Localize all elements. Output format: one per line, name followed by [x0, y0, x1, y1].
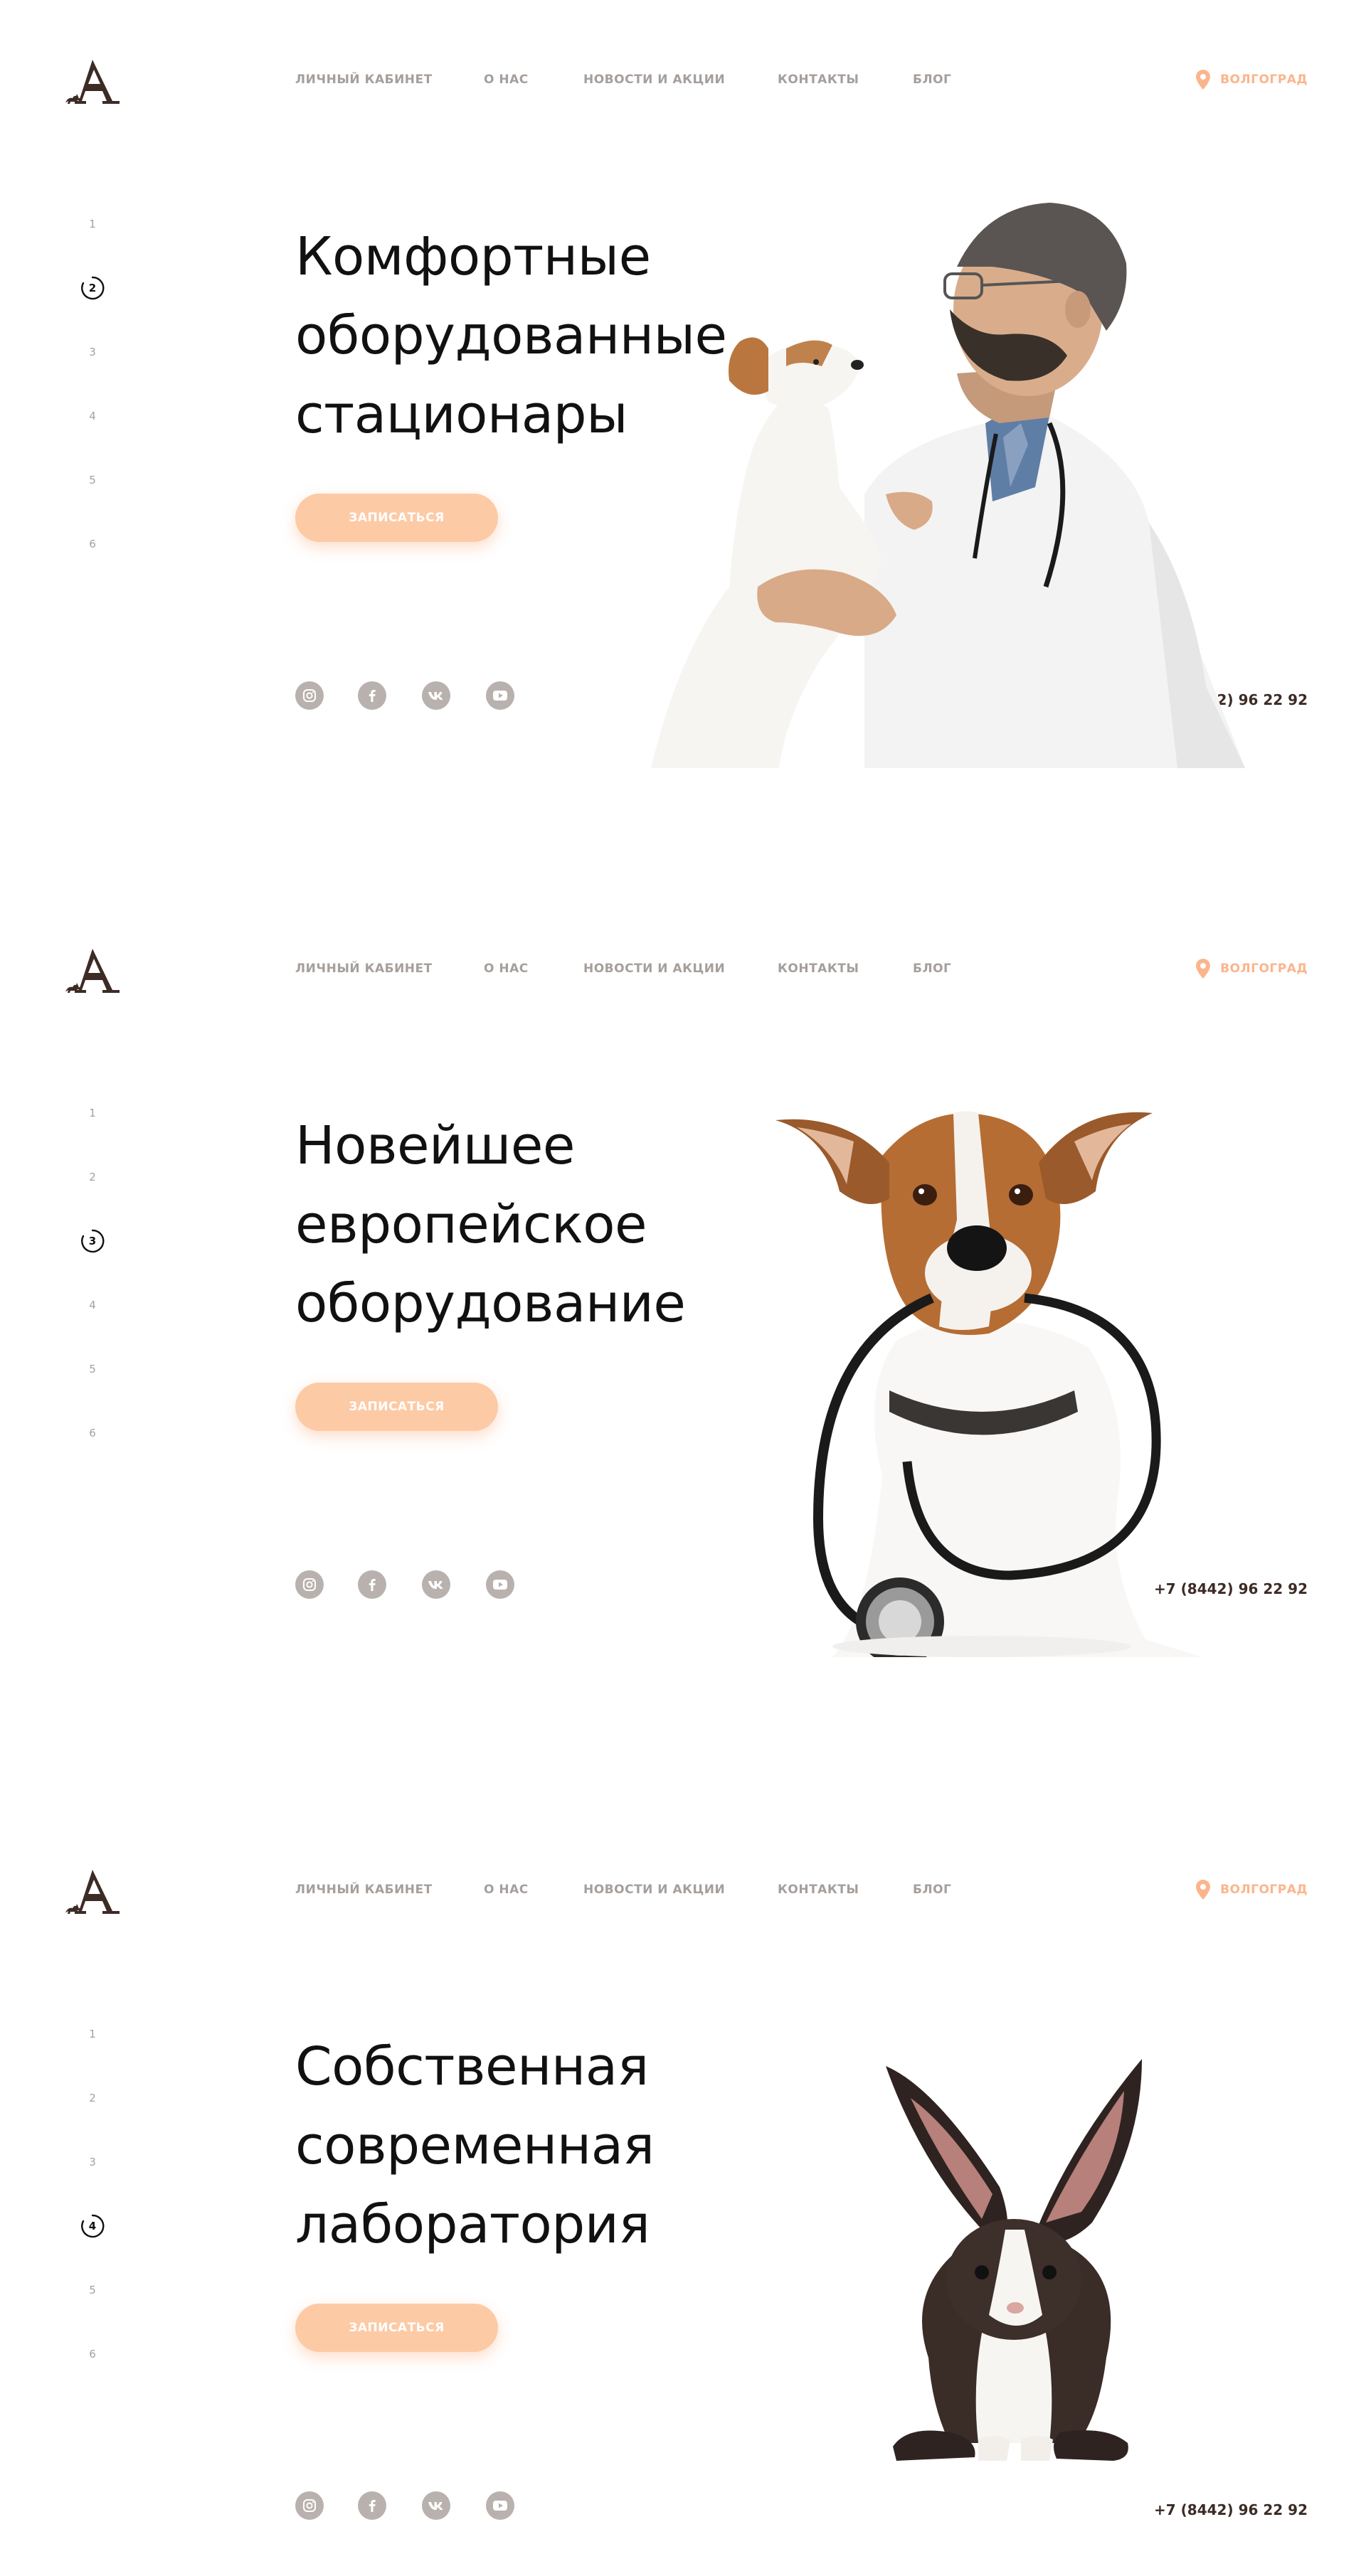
nav-news[interactable]: НОВОСТИ И АКЦИИ [583, 962, 725, 976]
nav-about[interactable]: О НАС [484, 962, 529, 976]
vk-icon[interactable] [422, 681, 450, 710]
nav-about[interactable]: О НАС [484, 73, 529, 87]
vk-icon[interactable] [422, 2491, 450, 2520]
hero-title-line: оборудование [295, 1273, 686, 1334]
pager-item-1[interactable]: 1 [71, 1099, 114, 1127]
nav-contacts[interactable]: КОНТАКТЫ [778, 962, 859, 976]
nav-contacts[interactable]: КОНТАКТЫ [778, 1883, 859, 1897]
ring-icon [81, 1229, 105, 1253]
nav-contacts[interactable]: КОНТАКТЫ [778, 73, 859, 87]
pager-item-1[interactable]: 1 [71, 210, 114, 238]
city-selector[interactable]: ВОЛГОГРАД [1196, 68, 1308, 91]
nav-personal-cabinet[interactable]: ЛИЧНЫЙ КАБИНЕТ [295, 1883, 433, 1897]
pager-item-5[interactable]: 5 [71, 2276, 114, 2304]
pager-item-2[interactable]: 2 [71, 274, 114, 302]
map-pin-icon [1196, 70, 1211, 90]
slide-1: ЛИЧНЫЙ КАБИНЕТ О НАС НОВОСТИ И АКЦИИ КОН… [0, 0, 1366, 768]
city-selector[interactable]: ВОЛГОГРАД [1196, 957, 1308, 980]
youtube-icon[interactable] [486, 1570, 514, 1599]
vk-icon[interactable] [422, 1570, 450, 1599]
phone-number[interactable]: +7 (8442) 96 22 92 [1154, 2501, 1308, 2518]
signup-button[interactable]: ЗАПИСАТЬСЯ [295, 494, 498, 542]
map-pin-icon [1196, 1880, 1211, 1900]
rabbit-image [886, 2059, 1142, 2461]
hero-title-line: Новейшее [295, 1115, 575, 1176]
pager-item-6[interactable]: 6 [71, 530, 114, 558]
nav-personal-cabinet[interactable]: ЛИЧНЫЙ КАБИНЕТ [295, 73, 433, 87]
doctor-kissing-dog-image [651, 203, 1245, 768]
facebook-icon[interactable] [358, 681, 386, 710]
pager-item-1[interactable]: 1 [71, 2020, 114, 2048]
hero-title-line: лаборатория [295, 2194, 650, 2255]
pager-item-3[interactable]: 3 [71, 1227, 114, 1255]
hero-title: Собственная современная лаборатория [295, 2028, 655, 2264]
instagram-icon[interactable] [295, 681, 324, 710]
nav-blog[interactable]: БЛОГ [913, 73, 951, 87]
ring-icon [81, 276, 105, 300]
city-selector[interactable]: ВОЛГОГРАД [1196, 1878, 1308, 1901]
pager-item-4[interactable]: 4 [71, 2212, 114, 2240]
nav-personal-cabinet[interactable]: ЛИЧНЫЙ КАБИНЕТ [295, 962, 433, 976]
pager-item-6[interactable]: 6 [71, 1419, 114, 1447]
pager-item-5[interactable]: 5 [71, 466, 114, 494]
pager-item-2[interactable]: 2 [71, 1163, 114, 1191]
pager-item-4[interactable]: 4 [71, 1291, 114, 1319]
ring-icon [81, 2214, 105, 2238]
pager-item-4[interactable]: 4 [71, 402, 114, 430]
nav-news[interactable]: НОВОСТИ И АКЦИИ [583, 73, 725, 87]
pager-item-5[interactable]: 5 [71, 1355, 114, 1383]
city-label: ВОЛГОГРАД [1220, 962, 1308, 976]
map-pin-icon [1196, 959, 1211, 979]
instagram-icon[interactable] [295, 1570, 324, 1599]
pager-item-3[interactable]: 3 [71, 338, 114, 366]
youtube-icon[interactable] [486, 681, 514, 710]
pager-item-6[interactable]: 6 [71, 2340, 114, 2368]
logo-icon[interactable] [64, 944, 122, 996]
hero-title-line: Собственная [295, 2036, 649, 2097]
city-label: ВОЛГОГРАД [1220, 1883, 1308, 1897]
city-label: ВОЛГОГРАД [1220, 73, 1308, 87]
hero-title: Новейшее европейское оборудование [295, 1107, 686, 1343]
facebook-icon[interactable] [358, 1570, 386, 1599]
nav-blog[interactable]: БЛОГ [913, 962, 951, 976]
pager-item-3[interactable]: 3 [71, 2148, 114, 2176]
instagram-icon[interactable] [295, 2491, 324, 2520]
signup-button[interactable]: ЗАПИСАТЬСЯ [295, 2304, 498, 2352]
hero-title-line: европейское [295, 1194, 647, 1255]
hero-title-line: современная [295, 2115, 655, 2176]
nav-about[interactable]: О НАС [484, 1883, 529, 1897]
logo-icon[interactable] [64, 1866, 122, 1917]
dog-with-stethoscope-image [775, 1111, 1202, 1657]
nav-news[interactable]: НОВОСТИ И АКЦИИ [583, 1883, 725, 1897]
nav-blog[interactable]: БЛОГ [913, 1883, 951, 1897]
signup-button[interactable]: ЗАПИСАТЬСЯ [295, 1383, 498, 1431]
slide-3: ЛИЧНЫЙ КАБИНЕТ О НАС НОВОСТИ И АКЦИИ КОН… [0, 1810, 1366, 2576]
slide-2: ЛИЧНЫЙ КАБИНЕТ О НАС НОВОСТИ И АКЦИИ КОН… [0, 889, 1366, 1657]
pager-item-2[interactable]: 2 [71, 2084, 114, 2112]
youtube-icon[interactable] [486, 2491, 514, 2520]
facebook-icon[interactable] [358, 2491, 386, 2520]
logo-icon[interactable] [64, 55, 122, 107]
